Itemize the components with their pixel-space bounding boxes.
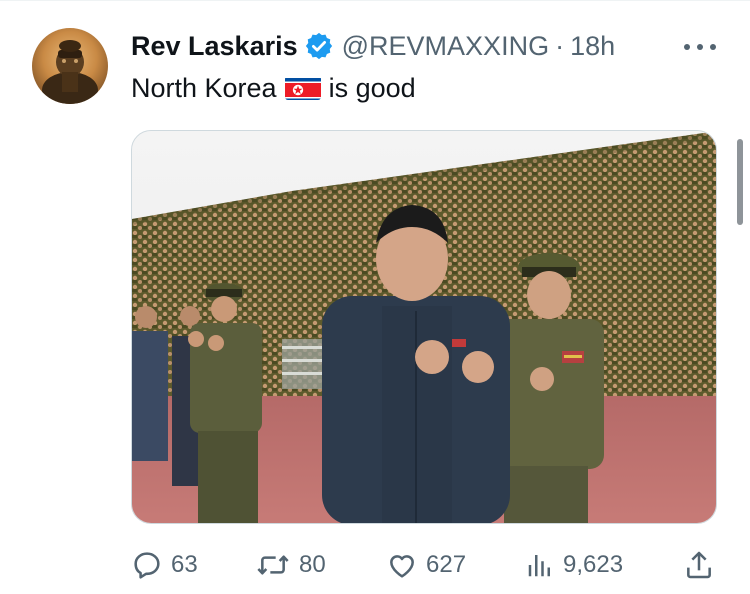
tweet-text-part-2: is good [328, 73, 416, 103]
tweet-media-image[interactable] [131, 130, 717, 524]
like-button[interactable]: 627 [386, 547, 466, 583]
scrollbar-thumb[interactable] [737, 139, 743, 225]
tweet-timestamp[interactable]: 18h [570, 31, 615, 62]
reply-button[interactable]: 63 [131, 547, 198, 583]
more-options-icon[interactable] [684, 37, 716, 57]
repost-button[interactable]: 80 [255, 547, 326, 583]
tweet-header: Rev Laskaris @REVMAXXING · 18h [131, 30, 615, 62]
user-handle[interactable]: @REVMAXXING [342, 31, 549, 62]
display-name[interactable]: Rev Laskaris [131, 31, 298, 62]
tweet-actions-bar: 63 80 627 9,623 [131, 547, 717, 583]
tweet-card[interactable]: Rev Laskaris @REVMAXXING · 18h North Kor… [0, 0, 750, 594]
avatar[interactable] [32, 28, 108, 104]
tweet-text-part-1: North Korea [131, 73, 277, 103]
verified-badge-icon [304, 31, 334, 61]
reply-count: 63 [171, 551, 198, 578]
repost-count: 80 [299, 551, 326, 578]
header-separator: · [555, 30, 565, 61]
like-icon [386, 549, 426, 581]
share-icon [683, 549, 723, 581]
repost-icon [255, 549, 299, 581]
north-korea-flag-icon [284, 76, 321, 100]
views-count: 9,623 [563, 551, 624, 578]
tweet-text: North Korea is good [131, 71, 416, 105]
like-count: 627 [426, 551, 467, 578]
reply-icon [131, 549, 171, 581]
views-icon [525, 549, 563, 581]
share-button[interactable] [683, 547, 723, 583]
views-button[interactable]: 9,623 [525, 547, 623, 583]
